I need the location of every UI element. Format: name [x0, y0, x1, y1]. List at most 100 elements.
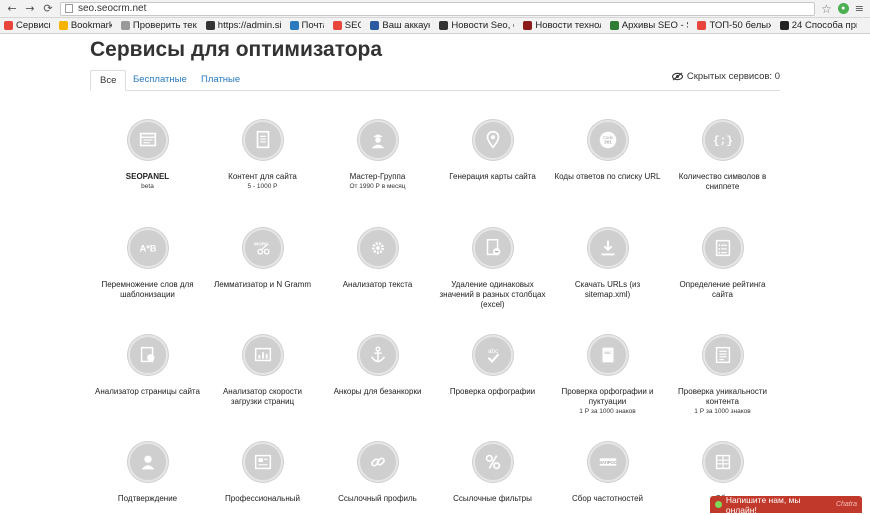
- service-card[interactable]: Контент для сайта 5 - 1000 Р: [205, 120, 320, 190]
- bookmark-label: Новости Seo, оп: [451, 20, 514, 31]
- url-text: seo.seocrm.net: [78, 3, 147, 14]
- person-icon: [127, 442, 168, 482]
- favicon-icon: [4, 21, 13, 30]
- page-gear-icon: [127, 335, 168, 375]
- chat-label: Напишите нам, мы онлайн!: [725, 494, 801, 515]
- service-card[interactable]: {;} Количество символов в сниппете: [665, 120, 780, 192]
- service-card[interactable]: Ссылочный профиль: [320, 442, 435, 504]
- favicon-icon: [439, 21, 449, 30]
- service-subtitle: 1 Р за 1000 знаков: [694, 408, 751, 415]
- service-card[interactable]: Анализатор скорости загрузки страниц: [205, 335, 320, 407]
- service-card[interactable]: Профессиональный: [205, 442, 320, 504]
- service-card[interactable]: SEOPANEL beta: [90, 120, 205, 190]
- bookmark-item[interactable]: Архивы SEO - Se: [609, 20, 689, 31]
- image-doc-icon: [242, 442, 283, 482]
- favicon-icon: [370, 21, 380, 30]
- bookmark-label: 24 Способа прив: [791, 20, 857, 31]
- bookmark-item[interactable]: 24 Способа прив: [779, 20, 857, 31]
- map-pin-icon: [472, 120, 513, 160]
- service-title: Коды ответов по списку URL: [554, 172, 661, 181]
- service-title: Мастер-Группа: [349, 172, 406, 181]
- browser-toolbar: ← → ⟳ seo.seocrm.net ☆ ● ≡: [0, 0, 870, 18]
- menu-icon[interactable]: ≡: [855, 2, 864, 15]
- bookmark-label: Архивы SEO - Se: [621, 20, 689, 31]
- extension-icon[interactable]: ●: [837, 3, 849, 14]
- service-card[interactable]: Анкоры для безанкорки: [320, 335, 435, 397]
- service-title: Анализатор скорости загрузки страниц: [222, 387, 303, 406]
- service-card[interactable]: Code 301 Коды ответов по списку URL: [550, 120, 665, 182]
- bookmark-item[interactable]: Новости техноло: [523, 20, 601, 31]
- service-card[interactable]: WORD Лемматизатор и N Gramm: [205, 228, 320, 290]
- service-card[interactable]: Подтверждение: [90, 442, 205, 504]
- bookmark-label: ТОП-50 белых к: [709, 20, 771, 31]
- hidden-services-toggle[interactable]: Скрытых сервисов: 0: [671, 71, 780, 82]
- bookmark-label: https://admin.site: [217, 20, 281, 31]
- ab-icon: A*B: [127, 228, 168, 268]
- online-indicator-icon: [715, 501, 722, 508]
- service-card[interactable]: A*B Перемножение слов для шаблонизации: [90, 228, 205, 300]
- service-title: Удаление одинаковых значений в разных ст…: [439, 280, 546, 309]
- bookmark-item[interactable]: Bookmarks: [58, 20, 112, 31]
- chat-brand: Chatra: [835, 501, 857, 508]
- service-card[interactable]: Проверка уникальности контента 1 Р за 100…: [665, 335, 780, 415]
- bookmark-item[interactable]: Ваш аккаунт: [370, 20, 430, 31]
- doc-minus-icon: [472, 228, 513, 268]
- service-title: Перемножение слов для шаблонизации: [101, 280, 194, 299]
- tab-paid[interactable]: Платные: [192, 70, 249, 91]
- link-icon: [357, 442, 398, 482]
- service-title: Ссылочные фильтры: [453, 494, 532, 503]
- favicon-icon: [332, 21, 342, 30]
- service-title: Проверка орфографии и пуктуации: [561, 387, 654, 406]
- bookmark-item[interactable]: Новости Seo, оп: [439, 20, 514, 31]
- service-title: Контент для сайта: [228, 172, 297, 181]
- service-card[interactable]: Скачать URLs (из sitemap.xml): [550, 228, 665, 300]
- bookmark-item[interactable]: ТОП-50 белых к: [697, 20, 771, 31]
- service-title: SEOPANEL: [125, 172, 170, 181]
- hidden-services-label: Скрытых сервисов: 0: [686, 71, 780, 82]
- document-icon: [242, 120, 283, 160]
- service-title: Проверка орфографии: [449, 387, 536, 396]
- bookmark-star-icon[interactable]: ☆: [821, 2, 832, 16]
- page-icon: [65, 4, 73, 13]
- service-card[interactable]: Мастер-Группа От 1990 Р в месяц: [320, 120, 435, 190]
- svg-text:ABC: ABC: [604, 351, 612, 355]
- service-card[interactable]: Удаление одинаковых значений в разных ст…: [435, 228, 550, 310]
- service-title: Количество символов в сниппете: [678, 172, 767, 191]
- chat-widget[interactable]: Напишите нам, мы онлайн! Chatra: [710, 494, 862, 515]
- chart-icon: [242, 335, 283, 375]
- tab-all[interactable]: Все: [90, 70, 127, 91]
- seopanel-icon: [127, 120, 168, 160]
- bookmark-item[interactable]: SEO: [332, 20, 362, 31]
- svg-text:ЗАПРОС: ЗАПРОС: [599, 460, 616, 465]
- service-card[interactable]: ЗАПРОС Сбор частотностей: [550, 442, 665, 504]
- service-subtitle: От 1990 Р в месяц: [349, 183, 406, 190]
- forward-icon[interactable]: →: [24, 2, 36, 15]
- bookmark-label: SEO: [344, 20, 362, 31]
- page-title: Сервисы для оптимизатора: [90, 38, 383, 61]
- back-icon[interactable]: ←: [6, 2, 18, 15]
- address-bar[interactable]: seo.seocrm.net: [60, 1, 816, 16]
- service-card[interactable]: Анализатор текста: [320, 228, 435, 290]
- service-card[interactable]: Генерация карты сайта: [435, 120, 550, 182]
- service-title: Подтверждение: [117, 494, 178, 503]
- bookmark-item[interactable]: Сервисы: [4, 20, 50, 31]
- bookmark-item[interactable]: https://admin.site: [205, 20, 281, 31]
- favicon-icon: [779, 21, 789, 30]
- svg-text:{;}: {;}: [713, 136, 733, 148]
- bookmark-item[interactable]: Почта: [289, 20, 324, 31]
- abc-check-icon: abc: [472, 335, 513, 375]
- service-card[interactable]: Ссылочные фильтры: [435, 442, 550, 504]
- service-card[interactable]: abc Проверка орфографии: [435, 335, 550, 397]
- favicon-icon: [697, 21, 707, 30]
- bookmark-item[interactable]: Проверить текст: [120, 20, 197, 31]
- gear-doc-icon: [357, 228, 398, 268]
- reload-icon[interactable]: ⟳: [42, 2, 54, 15]
- service-card[interactable]: ABC Проверка орфографии и пуктуации 1 Р за…: [550, 335, 665, 415]
- svg-text:A*B: A*B: [139, 244, 156, 254]
- tab-free[interactable]: Бесплатные: [124, 70, 196, 91]
- service-card[interactable]: Анализатор страницы сайта: [90, 335, 205, 397]
- worker-icon: [357, 120, 398, 160]
- favicon-icon: [523, 21, 533, 30]
- service-card[interactable]: Определение рейтинга сайта: [665, 228, 780, 300]
- favicon-icon: [58, 21, 68, 30]
